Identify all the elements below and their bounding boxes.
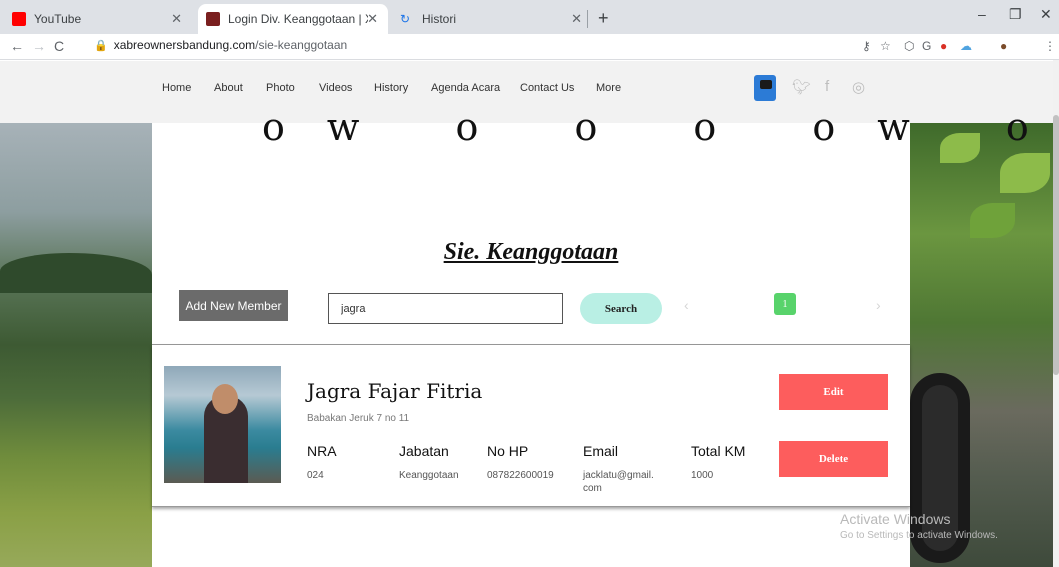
page-viewport: Home About Photo Videos History Agenda A… <box>0 61 1059 567</box>
main-content: ow o o o ow o o o g Sie. Keanggotaan Add… <box>152 105 1059 567</box>
people-extension-icon[interactable]: ● <box>940 39 947 53</box>
nav-item-agenda[interactable]: Agenda Acara <box>431 82 500 94</box>
search-button[interactable]: Search <box>580 293 662 324</box>
url-field[interactable]: 🔒 xabreownersbandung.com/sie-keanggotaan <box>94 38 347 52</box>
site-icon <box>206 12 220 26</box>
nav-item-home[interactable]: Home <box>162 82 191 94</box>
forward-icon[interactable]: → <box>32 38 46 54</box>
key-icon[interactable]: ⚷ <box>862 39 871 53</box>
nav-item-photo[interactable]: Photo <box>266 82 295 94</box>
nav-item-history[interactable]: History <box>374 82 408 94</box>
youtube-icon <box>12 12 26 26</box>
header-email: Email <box>583 443 619 459</box>
member-name: Jagra Fajar Fitria <box>307 379 483 403</box>
value-nra: 024 <box>307 470 324 481</box>
twitter-icon[interactable]: 🐦︎ <box>792 78 811 96</box>
facebook-icon[interactable]: f <box>825 78 829 95</box>
nav-item-more[interactable]: More <box>596 82 621 94</box>
tab-youtube[interactable]: YouTube ✕ <box>4 4 192 34</box>
reload-icon[interactable]: C <box>54 38 64 54</box>
close-icon[interactable]: ✕ <box>171 11 182 27</box>
back-icon[interactable]: ← <box>10 38 24 54</box>
url-path: /sie-keanggotaan <box>255 38 348 52</box>
star-icon[interactable]: ☆ <box>880 39 891 53</box>
tab-separator <box>587 10 588 28</box>
value-totalkm: 1000 <box>691 470 714 481</box>
background-landscape-left <box>0 123 152 567</box>
new-tab-button[interactable]: + <box>598 8 609 29</box>
tab-histori[interactable]: ↻ Histori ✕ <box>392 4 592 34</box>
delete-button[interactable]: Delete <box>779 441 888 477</box>
banner-text: ow o o o ow o o o g <box>262 105 1059 149</box>
instagram-icon[interactable]: ◎ <box>852 78 865 96</box>
header-totalkm: Total KM <box>691 443 746 459</box>
lock-icon: 🔒 <box>94 40 108 52</box>
nav-item-contact[interactable]: Contact Us <box>520 82 574 94</box>
close-icon[interactable]: ✕ <box>571 11 582 27</box>
cloud-extension-icon[interactable]: ☁ <box>960 39 972 53</box>
minimize-icon[interactable]: – <box>978 6 986 22</box>
address-bar: ← → C 🔒 xabreownersbandung.com/sie-keangg… <box>0 34 1059 60</box>
tab-title: Histori <box>422 12 457 26</box>
watermark-subtitle: Go to Settings to activate Windows. <box>840 530 998 541</box>
background-motorcycle-right <box>910 123 1059 567</box>
member-address: Babakan Jeruk 7 no 11 <box>307 413 410 424</box>
pagination-page-1[interactable]: 1 <box>774 293 796 315</box>
windows-activation-watermark: Activate Windows Go to Settings to activ… <box>840 511 998 541</box>
watermark-title: Activate Windows <box>840 511 951 527</box>
history-icon: ↻ <box>400 12 411 26</box>
close-window-icon[interactable]: ✕ <box>1040 6 1052 23</box>
member-card: Jagra Fajar Fitria Babakan Jeruk 7 no 11… <box>152 345 910 507</box>
search-input[interactable] <box>328 293 563 324</box>
value-nohp: 087822600019 <box>487 470 554 481</box>
nav-item-about[interactable]: About <box>214 82 243 94</box>
pagination-prev[interactable]: ‹ <box>684 297 689 313</box>
scrollbar-thumb[interactable] <box>1053 115 1059 375</box>
value-jabatan: Keanggotaan <box>399 470 459 481</box>
url-host: xabreownersbandung.com <box>113 38 256 52</box>
tab-title: Login Div. Keanggotaan | Xabre <box>228 12 368 26</box>
restore-icon[interactable]: ❐ <box>1009 6 1022 23</box>
browser-tabbar: YouTube ✕ Login Div. Keanggotaan | Xabre… <box>0 0 1059 34</box>
g-extension-icon[interactable]: G <box>922 39 931 53</box>
page-title: Sie. Keanggotaan <box>443 239 619 265</box>
nav-item-videos[interactable]: Videos <box>319 82 352 94</box>
pagination-next[interactable]: › <box>876 297 881 313</box>
header-nohp: No HP <box>487 443 529 459</box>
shield-icon[interactable]: ⬡ <box>904 39 914 53</box>
tab-login[interactable]: Login Div. Keanggotaan | Xabre ✕ <box>198 4 388 34</box>
add-member-button[interactable]: Add New Member <box>179 290 288 321</box>
avatar-icon[interactable]: ● <box>1000 39 1007 53</box>
value-email: jacklatu@gmail. com <box>583 470 654 494</box>
header-jabatan: Jabatan <box>399 443 449 459</box>
edit-button[interactable]: Edit <box>779 374 888 410</box>
header-nra: NRA <box>307 443 337 459</box>
kebab-menu-icon[interactable]: ⋮ <box>1044 39 1056 53</box>
close-icon[interactable]: ✕ <box>367 11 378 27</box>
tab-title: YouTube <box>34 12 82 26</box>
member-photo <box>164 366 281 483</box>
app-icon[interactable] <box>754 75 776 101</box>
